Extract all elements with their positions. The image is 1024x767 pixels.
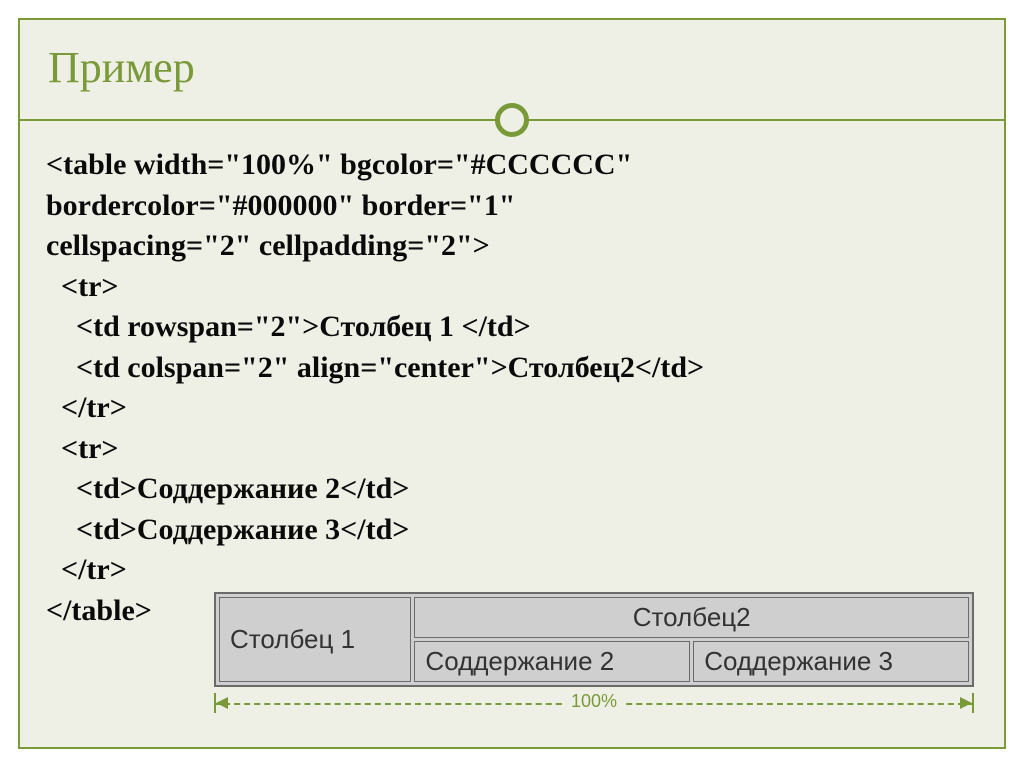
code-line: </tr> xyxy=(46,391,127,424)
code-block: <table width="100%" bgcolor="#CCCCCC" bo… xyxy=(46,145,978,631)
cell-col2-header: Столбец2 xyxy=(414,597,969,638)
cell-content-3: Соддержание 3 xyxy=(693,641,969,682)
dimension-indicator: 100% xyxy=(214,691,974,719)
code-line: <td rowspan="2">Столбец 1 </td> xyxy=(46,310,531,343)
code-line: bordercolor="#000000" border="1" xyxy=(46,189,515,222)
rendered-output: Столбец 1 Столбец2 Соддержание 2 Соддерж… xyxy=(214,592,974,719)
dimension-label: 100% xyxy=(565,691,623,712)
code-line: </tr> xyxy=(46,553,127,586)
slide-title: Пример xyxy=(48,42,978,93)
code-line: <td colspan="2" align="center">Столбец2<… xyxy=(46,351,704,384)
table-row: Столбец 1 Столбец2 xyxy=(219,597,969,638)
slide-frame: Пример <table width="100%" bgcolor="#CCC… xyxy=(18,18,1006,749)
code-line: <td>Соддержание 3</td> xyxy=(46,513,409,546)
cell-content-2: Соддержание 2 xyxy=(414,641,690,682)
example-table: Столбец 1 Столбец2 Соддержание 2 Соддерж… xyxy=(214,592,974,687)
arrow-right-icon xyxy=(960,697,972,709)
dimension-tick-right xyxy=(972,693,974,713)
code-line: <table width="100%" bgcolor="#CCCCCC" xyxy=(46,148,632,181)
code-line: <tr> xyxy=(46,270,119,303)
divider xyxy=(46,103,978,137)
divider-circle-icon xyxy=(495,103,529,137)
code-line: <tr> xyxy=(46,432,119,465)
code-line: cellspacing="2" cellpadding="2"> xyxy=(46,229,490,262)
code-line: </table> xyxy=(46,594,152,627)
code-line: <td>Соддержание 2</td> xyxy=(46,472,409,505)
arrow-left-icon xyxy=(216,697,228,709)
cell-col1: Столбец 1 xyxy=(219,597,411,682)
slide: Пример <table width="100%" bgcolor="#CCC… xyxy=(0,0,1024,767)
